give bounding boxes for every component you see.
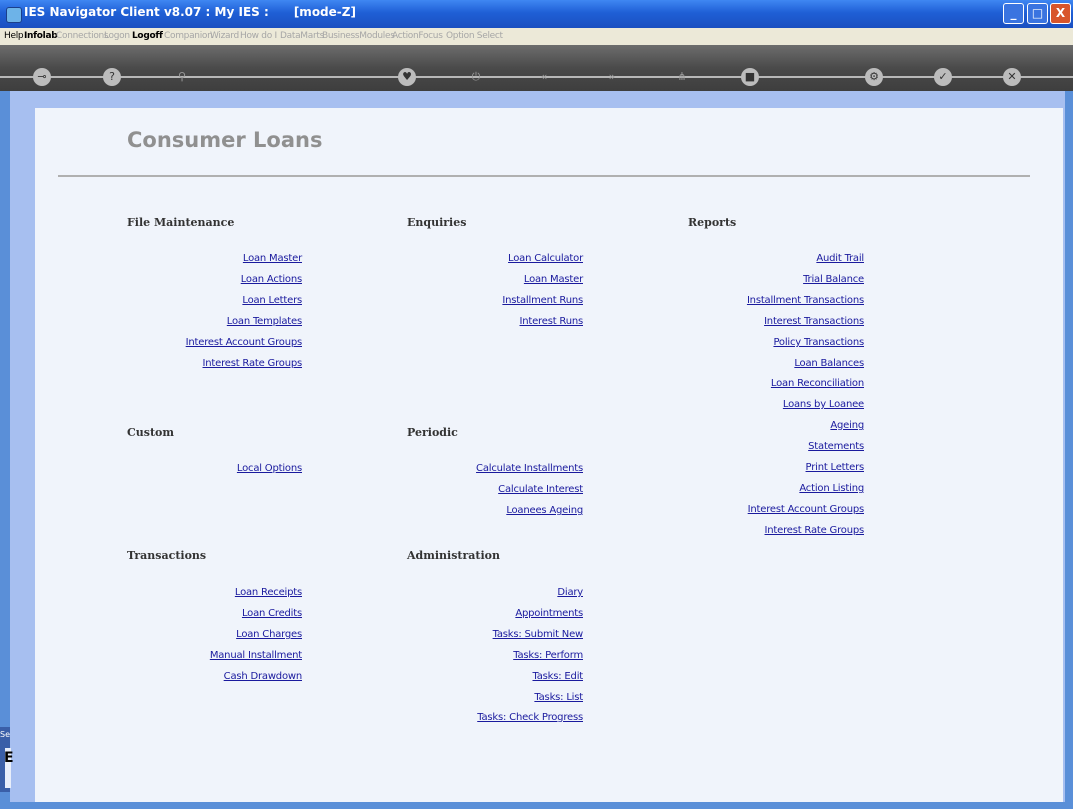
- link-reports-ageing[interactable]: Ageing: [830, 420, 864, 431]
- menu-item-logoff[interactable]: Logoff: [132, 30, 163, 43]
- link-reports-interest-account-groups[interactable]: Interest Account Groups: [748, 504, 865, 515]
- link-reports-policy-transactions[interactable]: Policy Transactions: [773, 337, 864, 348]
- forward-icon[interactable]: »: [603, 68, 621, 86]
- link-transactions-cash-drawdown[interactable]: Cash Drawdown: [224, 671, 303, 682]
- link-enquiries-loan-master[interactable]: Loan Master: [524, 274, 583, 285]
- side-tab-char: E: [4, 750, 14, 766]
- link-administration-tasks-perform[interactable]: Tasks: Perform: [513, 650, 583, 661]
- menu-item-option-select[interactable]: Option Select: [446, 30, 503, 43]
- section-transactions-heading: Transactions: [127, 549, 207, 562]
- menu-item-connections[interactable]: Connections: [56, 30, 109, 43]
- link-reports-action-listing[interactable]: Action Listing: [799, 483, 864, 494]
- link-file-maintenance-loan-master[interactable]: Loan Master: [243, 253, 302, 264]
- help-icon[interactable]: ?: [103, 68, 121, 86]
- section-administration-heading: Administration: [407, 549, 501, 562]
- link-reports-audit-trail[interactable]: Audit Trail: [816, 253, 864, 264]
- link-administration-diary[interactable]: Diary: [557, 587, 583, 598]
- link-enquiries-loan-calculator[interactable]: Loan Calculator: [508, 253, 583, 264]
- section-custom-heading: Custom: [127, 426, 175, 439]
- link-enquiries-installment-runs[interactable]: Installment Runs: [502, 295, 583, 306]
- settings-icon[interactable]: ⚙: [865, 68, 883, 86]
- close-icon[interactable]: ✕: [1003, 68, 1021, 86]
- stop-icon[interactable]: ■: [741, 68, 759, 86]
- menu-item-logon[interactable]: Logon: [104, 30, 130, 43]
- key-icon[interactable]: ⊸: [33, 68, 51, 86]
- link-reports-interest-transactions[interactable]: Interest Transactions: [764, 316, 864, 327]
- link-reports-loan-balances[interactable]: Loan Balances: [794, 358, 864, 369]
- menu-item-actionfocus[interactable]: ActionFocus: [392, 30, 443, 43]
- link-reports-trial-balance[interactable]: Trial Balance: [803, 274, 864, 285]
- link-reports-loans-by-loanee[interactable]: Loans by Loanee: [783, 399, 864, 410]
- tree-icon[interactable]: ⋔: [673, 68, 691, 86]
- search-icon[interactable]: ⚲: [173, 68, 191, 86]
- link-enquiries-interest-runs[interactable]: Interest Runs: [520, 316, 584, 327]
- minimize-button[interactable]: _: [1003, 3, 1024, 24]
- section-enquiries-heading: Enquiries: [407, 216, 467, 229]
- link-reports-installment-transactions[interactable]: Installment Transactions: [747, 295, 864, 306]
- menu-item-help[interactable]: Help: [4, 30, 24, 43]
- close-button[interactable]: X: [1050, 3, 1071, 24]
- menu-item-wizard[interactable]: Wizard: [210, 30, 239, 43]
- link-administration-tasks-submit-new[interactable]: Tasks: Submit New: [493, 629, 584, 640]
- section-periodic-heading: Periodic: [407, 426, 458, 439]
- link-periodic-loanees-ageing[interactable]: Loanees Ageing: [506, 505, 583, 516]
- link-transactions-manual-installment[interactable]: Manual Installment: [210, 650, 302, 661]
- link-administration-tasks-edit[interactable]: Tasks: Edit: [532, 671, 583, 682]
- link-administration-tasks-list[interactable]: Tasks: List: [534, 692, 583, 703]
- link-periodic-calculate-interest[interactable]: Calculate Interest: [498, 484, 583, 495]
- link-transactions-loan-receipts[interactable]: Loan Receipts: [235, 587, 302, 598]
- menu-item-companion[interactable]: Companion: [164, 30, 213, 43]
- link-reports-loan-reconciliation[interactable]: Loan Reconciliation: [771, 378, 864, 389]
- page-title: Consumer Loans: [127, 128, 323, 152]
- app-icon: [6, 7, 22, 23]
- menu-item-infolab[interactable]: Infolab: [24, 30, 58, 43]
- title-divider: [58, 175, 1030, 177]
- link-file-maintenance-loan-templates[interactable]: Loan Templates: [227, 316, 302, 327]
- link-reports-interest-rate-groups[interactable]: Interest Rate Groups: [765, 525, 865, 536]
- power-icon[interactable]: ⏻: [467, 68, 485, 86]
- link-file-maintenance-interest-rate-groups[interactable]: Interest Rate Groups: [203, 358, 303, 369]
- menu-item-businessmodules[interactable]: BusinessModules: [322, 30, 395, 43]
- back-icon[interactable]: «: [535, 68, 553, 86]
- menu-item-datamarts[interactable]: DataMarts: [280, 30, 324, 43]
- window-titlebar[interactable]: IES Navigator Client v8.07 : My IES : [m…: [0, 0, 1073, 28]
- link-reports-print-letters[interactable]: Print Letters: [806, 462, 865, 473]
- toolbar: ⊸? ⚲ ♥ ⏻ « » ⋔ ■ ⚙ ✓ ✕: [0, 45, 1073, 91]
- link-custom-local-options[interactable]: Local Options: [237, 463, 302, 474]
- link-administration-appointments[interactable]: Appointments: [515, 608, 583, 619]
- section-reports-heading: Reports: [688, 216, 737, 229]
- menu-item-how-do-i[interactable]: How do I: [240, 30, 277, 43]
- link-reports-statements[interactable]: Statements: [808, 441, 864, 452]
- maximize-button[interactable]: □: [1027, 3, 1048, 24]
- menu-bar: Help Infolab Connections Logon Logoff Compani…: [0, 28, 1073, 45]
- check-icon[interactable]: ✓: [934, 68, 952, 86]
- link-transactions-loan-credits[interactable]: Loan Credits: [242, 608, 302, 619]
- link-periodic-calculate-installments[interactable]: Calculate Installments: [476, 463, 583, 474]
- side-tab-label: Set: [0, 730, 10, 739]
- link-transactions-loan-charges[interactable]: Loan Charges: [236, 629, 302, 640]
- link-file-maintenance-loan-actions[interactable]: Loan Actions: [241, 274, 302, 285]
- window-title: IES Navigator Client v8.07 : My IES : [m…: [24, 5, 356, 19]
- link-file-maintenance-loan-letters[interactable]: Loan Letters: [242, 295, 302, 306]
- heart-icon[interactable]: ♥: [398, 68, 416, 86]
- link-file-maintenance-interest-account-groups[interactable]: Interest Account Groups: [186, 337, 303, 348]
- section-file-maintenance-heading: File Maintenance: [127, 216, 235, 229]
- link-administration-tasks-check-progress[interactable]: Tasks: Check Progress: [477, 712, 583, 723]
